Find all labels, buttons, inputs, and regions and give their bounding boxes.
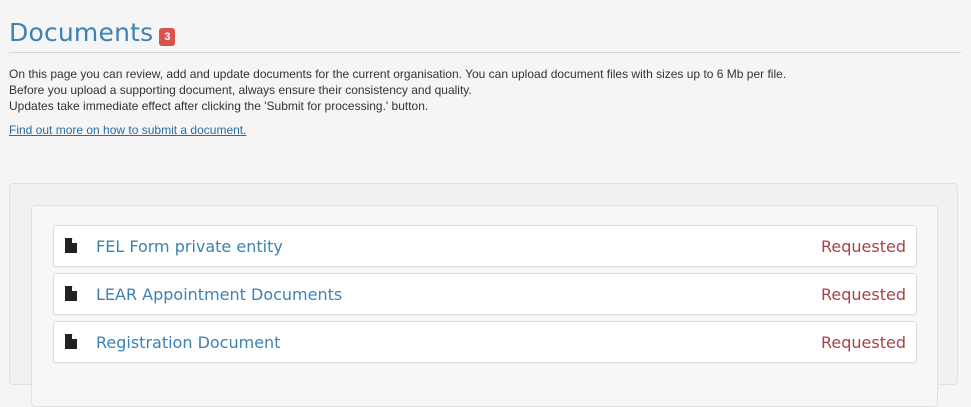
- document-icon: [65, 238, 79, 254]
- documents-page: Documents 3 On this page you can review,…: [9, 0, 961, 407]
- document-name[interactable]: LEAR Appointment Documents: [96, 285, 821, 304]
- status-label: Requested: [821, 236, 906, 256]
- documents-panel: FEL Form private entity Requested LEAR A…: [9, 183, 958, 407]
- document-row-registration[interactable]: Registration Document Requested: [53, 321, 917, 363]
- status-label: Requested: [821, 332, 906, 352]
- status-label: Requested: [821, 284, 906, 304]
- page-header: Documents 3: [9, 14, 961, 53]
- document-row-fel-form[interactable]: FEL Form private entity Requested: [53, 225, 917, 267]
- intro-line: Updates take immediate effect after clic…: [9, 99, 429, 113]
- intro-line: Before you upload a supporting document,…: [9, 83, 472, 97]
- document-name[interactable]: FEL Form private entity: [96, 237, 821, 256]
- count-badge: 3: [159, 28, 176, 46]
- intro-text: On this page you can review, add and upd…: [9, 66, 961, 114]
- intro-line: On this page you can review, add and upd…: [9, 67, 787, 81]
- document-icon: [65, 334, 79, 350]
- help-link[interactable]: Find out more on how to submit a documen…: [9, 123, 246, 137]
- page-title: Documents: [9, 18, 154, 47]
- documents-list: FEL Form private entity Requested LEAR A…: [31, 205, 938, 407]
- document-name[interactable]: Registration Document: [96, 333, 821, 352]
- document-row-lear-appointment[interactable]: LEAR Appointment Documents Requested: [53, 273, 917, 315]
- document-icon: [65, 286, 79, 302]
